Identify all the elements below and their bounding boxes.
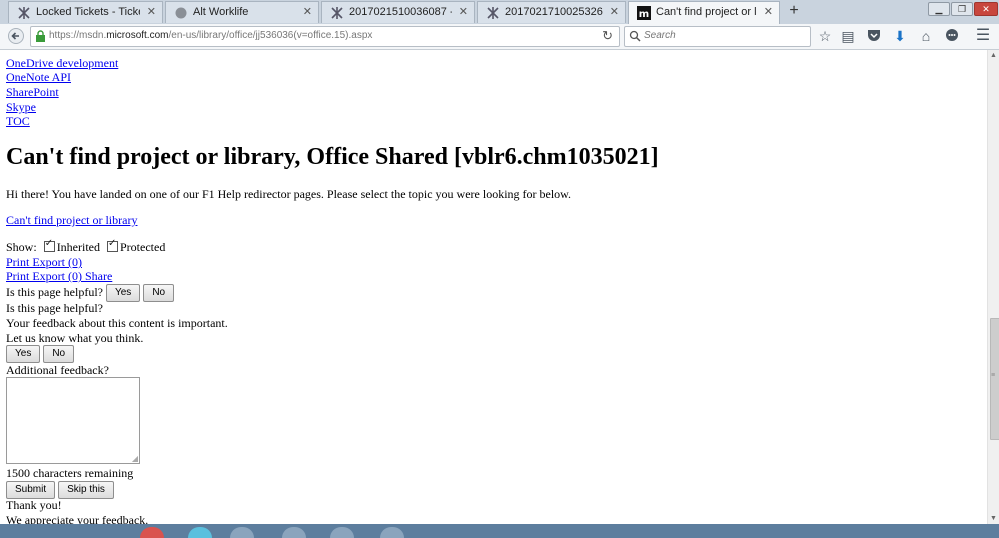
tab-alt-worklife[interactable]: Alt Worklife ✕ (165, 1, 319, 23)
url-bar[interactable]: https://msdn.microsoft.com/en-us/library… (30, 26, 620, 47)
helpful-row: Is this page helpful? Yes No (6, 284, 175, 302)
tab-label: Can't find project or library... (656, 6, 757, 18)
taskbar-app-icon[interactable] (330, 527, 354, 538)
search-placeholder: Search (644, 30, 676, 41)
close-icon[interactable]: ✕ (610, 5, 619, 18)
tab-locked-tickets[interactable]: Locked Tickets - Ticket - O... ✕ (8, 1, 163, 23)
tab-zoom-2[interactable]: 2017021710025326 - Zoom ... ✕ (477, 1, 626, 23)
skip-button[interactable]: Skip this (58, 481, 114, 499)
scroll-up-icon[interactable]: ▲ (990, 52, 997, 59)
feedback-buttons: Yes No (6, 345, 75, 363)
menu-icon[interactable]: ☰ (975, 28, 991, 44)
taskbar-app-icon[interactable] (140, 527, 164, 538)
tab-label: 2017021710025326 - Zoom ... (505, 6, 603, 18)
inherited-label: Inherited (56, 240, 100, 254)
tab-label: Locked Tickets - Ticket - O... (36, 6, 140, 18)
tab-label: 2017021510036087 - Zoom ... (349, 6, 452, 18)
navigation-toolbar: https://msdn.microsoft.com/en-us/library… (0, 24, 999, 50)
new-tab-button[interactable]: + (786, 3, 802, 19)
helpful-question-2: Is this page helpful? (6, 301, 103, 315)
close-icon[interactable]: ✕ (147, 5, 156, 18)
nav-link-skype[interactable]: Skype (6, 100, 36, 115)
helpful-question: Is this page helpful? (6, 284, 103, 299)
restore-button[interactable]: ❐ (951, 2, 973, 16)
download-icon[interactable]: ⬇ (892, 28, 908, 44)
search-bar[interactable]: Search (624, 26, 811, 47)
submit-row: Submit Skip this (6, 481, 114, 499)
show-label: Show: (6, 240, 37, 254)
reload-icon[interactable]: ↻ (602, 28, 613, 44)
print-export-link[interactable]: Print Export (0) (6, 255, 82, 270)
search-icon (629, 30, 641, 42)
scroll-down-icon[interactable]: ▼ (990, 515, 997, 522)
yes-button-2[interactable]: Yes (6, 345, 41, 363)
print-export-share-link[interactable]: Print Export (0) Share (6, 269, 112, 284)
feedback-textarea[interactable]: ◢ (6, 377, 140, 464)
thank-you-text: Thank you! (6, 498, 62, 512)
yes-button[interactable]: Yes (105, 284, 141, 302)
globe-icon (175, 7, 187, 19)
show-filter: Show: Inherited Protected (6, 238, 166, 255)
taskbar-app-icon[interactable] (188, 527, 212, 538)
close-window-button[interactable]: ✕ (974, 2, 998, 16)
taskbar-app-icon[interactable] (380, 527, 404, 538)
taskbar-app-icon[interactable] (230, 527, 254, 538)
feedback-important-text: Your feedback about this content is impo… (6, 316, 228, 330)
protected-label: Protected (120, 240, 166, 254)
gear-icon (18, 7, 30, 19)
scroll-grip-icon: ≡ (991, 372, 996, 379)
pocket-icon[interactable] (866, 28, 882, 44)
bookmark-star-icon[interactable]: ☆ (817, 28, 833, 44)
nav-link-sharepoint[interactable]: SharePoint (6, 85, 59, 100)
svg-text:m: m (639, 9, 649, 20)
chat-icon[interactable] (944, 28, 960, 44)
no-button-2[interactable]: No (43, 345, 75, 363)
tab-zoom-1[interactable]: 2017021510036087 - Zoom ... ✕ (321, 1, 475, 23)
scrollbar-thumb[interactable] (990, 318, 999, 440)
page-title: Can't find project or library, Office Sh… (6, 144, 659, 170)
close-icon[interactable]: ✕ (764, 5, 773, 18)
tab-label: Alt Worklife (193, 6, 249, 18)
resize-grip-icon: ◢ (131, 454, 138, 463)
home-icon[interactable]: ⌂ (918, 28, 934, 44)
topic-link[interactable]: Can't find project or library (6, 213, 137, 228)
back-button[interactable] (6, 26, 26, 46)
nav-link-onedrive[interactable]: OneDrive development (6, 56, 118, 71)
taskbar (0, 524, 999, 538)
additional-feedback-label: Additional feedback? (6, 363, 109, 377)
page-content: OneDrive development OneNote API SharePo… (0, 50, 987, 524)
close-icon[interactable]: ✕ (303, 5, 312, 18)
gear-icon (331, 7, 343, 19)
url-text: https://msdn.microsoft.com/en-us/library… (49, 30, 373, 41)
tab-cant-find-project[interactable]: m Can't find project or library... ✕ (628, 1, 780, 25)
close-icon[interactable]: ✕ (459, 5, 468, 18)
reading-list-icon[interactable]: ▤ (840, 28, 856, 44)
no-button[interactable]: No (143, 284, 175, 302)
appreciate-text: We appreciate your feedback. (6, 513, 149, 524)
gear-icon (487, 7, 499, 19)
protected-checkbox[interactable] (107, 238, 118, 252)
nav-link-onenote[interactable]: OneNote API (6, 70, 71, 85)
minimize-button[interactable]: ▁ (928, 2, 950, 16)
tab-strip: Locked Tickets - Ticket - O... ✕ Alt Wor… (0, 0, 999, 25)
intro-text: Hi there! You have landed on one of our … (6, 187, 572, 201)
inherited-checkbox[interactable] (43, 238, 55, 252)
vertical-scrollbar[interactable]: ▲ ≡ ▼ (987, 50, 999, 524)
submit-button[interactable]: Submit (6, 481, 56, 499)
back-arrow-icon (8, 28, 24, 44)
let-us-know-text: Let us know what you think. (6, 331, 144, 345)
msdn-icon: m (637, 6, 651, 20)
chars-remaining: 1500 characters remaining (6, 466, 134, 480)
nav-link-toc[interactable]: TOC (6, 114, 30, 129)
taskbar-app-icon[interactable] (282, 527, 306, 538)
lock-icon (36, 30, 45, 42)
